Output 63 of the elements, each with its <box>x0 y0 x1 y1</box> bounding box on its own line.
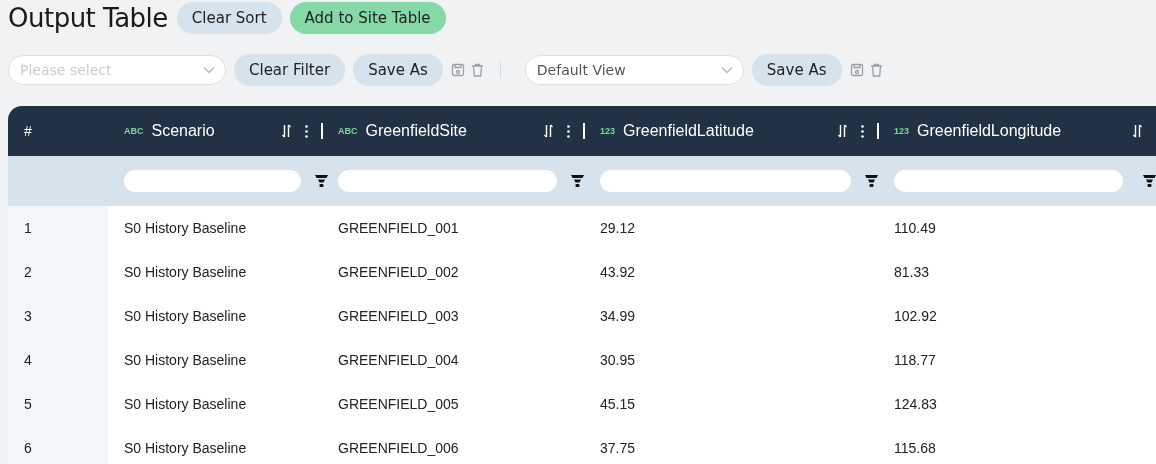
table-cell-text: 43.92 <box>599 263 637 282</box>
table-cell-text: GREENFIELD_004 <box>337 351 460 370</box>
table-cell-text: S0 History Baseline <box>123 439 248 458</box>
table-cell-text: S0 History Baseline <box>123 395 248 414</box>
chevron-down-icon <box>720 66 733 74</box>
header-button[interactable]: Clear Sort <box>176 2 282 34</box>
table-cell-text: 45.15 <box>599 395 637 414</box>
page-title: Output Table <box>8 3 168 33</box>
table-cell-text: 118.77 <box>893 351 937 370</box>
row-number: 2 <box>8 250 108 294</box>
table-cell-text: S0 History Baseline <box>123 219 248 238</box>
table-cell-text: GREENFIELD_003 <box>337 307 460 326</box>
filter-input[interactable] <box>894 170 1123 192</box>
filter-icon[interactable] <box>1143 174 1156 188</box>
sort-icon[interactable] <box>282 124 291 138</box>
view-select[interactable]: Default View <box>524 55 744 85</box>
toolbar-button[interactable]: Save As <box>751 54 842 86</box>
type-label: ABC <box>124 126 144 136</box>
column-header[interactable]: GreenfieldLongitude <box>917 122 1133 140</box>
column-header[interactable]: Scenario <box>151 122 282 140</box>
more-icon[interactable] <box>305 124 308 138</box>
column-header[interactable]: GreenfieldSite <box>365 122 544 140</box>
row-number: 6 <box>8 426 108 464</box>
table-cell-text: S0 History Baseline <box>123 263 248 282</box>
more-icon[interactable] <box>567 124 570 138</box>
header-button[interactable]: Add to Site Table <box>289 2 446 34</box>
row-number: 3 <box>8 294 108 338</box>
table-cell-text: GREENFIELD_005 <box>337 395 460 414</box>
table-cell-text: GREENFIELD_001 <box>337 219 460 238</box>
filter-icon[interactable] <box>865 174 878 188</box>
sort-icon[interactable] <box>544 124 553 138</box>
table-cell-text: 30.95 <box>599 351 637 370</box>
filter-icon[interactable] <box>571 174 584 188</box>
table-cell-text: GREENFIELD_002 <box>337 263 460 282</box>
table-cell-text: 115.68 <box>893 439 937 458</box>
row-number: 1 <box>8 206 108 250</box>
table-cell-text: 124.83 <box>893 395 938 414</box>
column-header[interactable]: GreenfieldLatitude <box>623 122 838 140</box>
table-cell-text: 29.12 <box>599 219 637 238</box>
toolbar-button[interactable]: Clear Filter <box>234 54 346 86</box>
filter-input[interactable] <box>338 170 557 192</box>
sort-icon[interactable] <box>838 124 847 138</box>
table-cell-text: 110.49 <box>893 219 937 238</box>
row-number: 5 <box>8 382 108 426</box>
table-cell-text: GREENFIELD_006 <box>337 439 460 458</box>
row-number: 4 <box>8 338 108 382</box>
toolbar-button[interactable]: Save As <box>353 54 443 86</box>
column-header: # <box>24 123 32 139</box>
sort-icon[interactable] <box>1133 124 1142 138</box>
table-cell-text: 81.33 <box>893 263 931 282</box>
table-cell-text: 34.99 <box>599 307 637 326</box>
filter-input[interactable] <box>600 170 851 192</box>
more-icon[interactable] <box>861 124 864 138</box>
type-label: ABC <box>338 126 358 136</box>
table-cell-text: 37.75 <box>599 439 637 458</box>
filter-input[interactable] <box>124 170 301 192</box>
chevron-down-icon <box>203 66 215 74</box>
type-label: 123 <box>600 126 616 136</box>
filter-icon[interactable] <box>315 174 328 188</box>
type-label: 123 <box>894 126 910 136</box>
table-cell-text: 102.92 <box>893 307 938 326</box>
table-cell-text: S0 History Baseline <box>123 351 248 370</box>
table-cell-text: S0 History Baseline <box>123 307 248 326</box>
